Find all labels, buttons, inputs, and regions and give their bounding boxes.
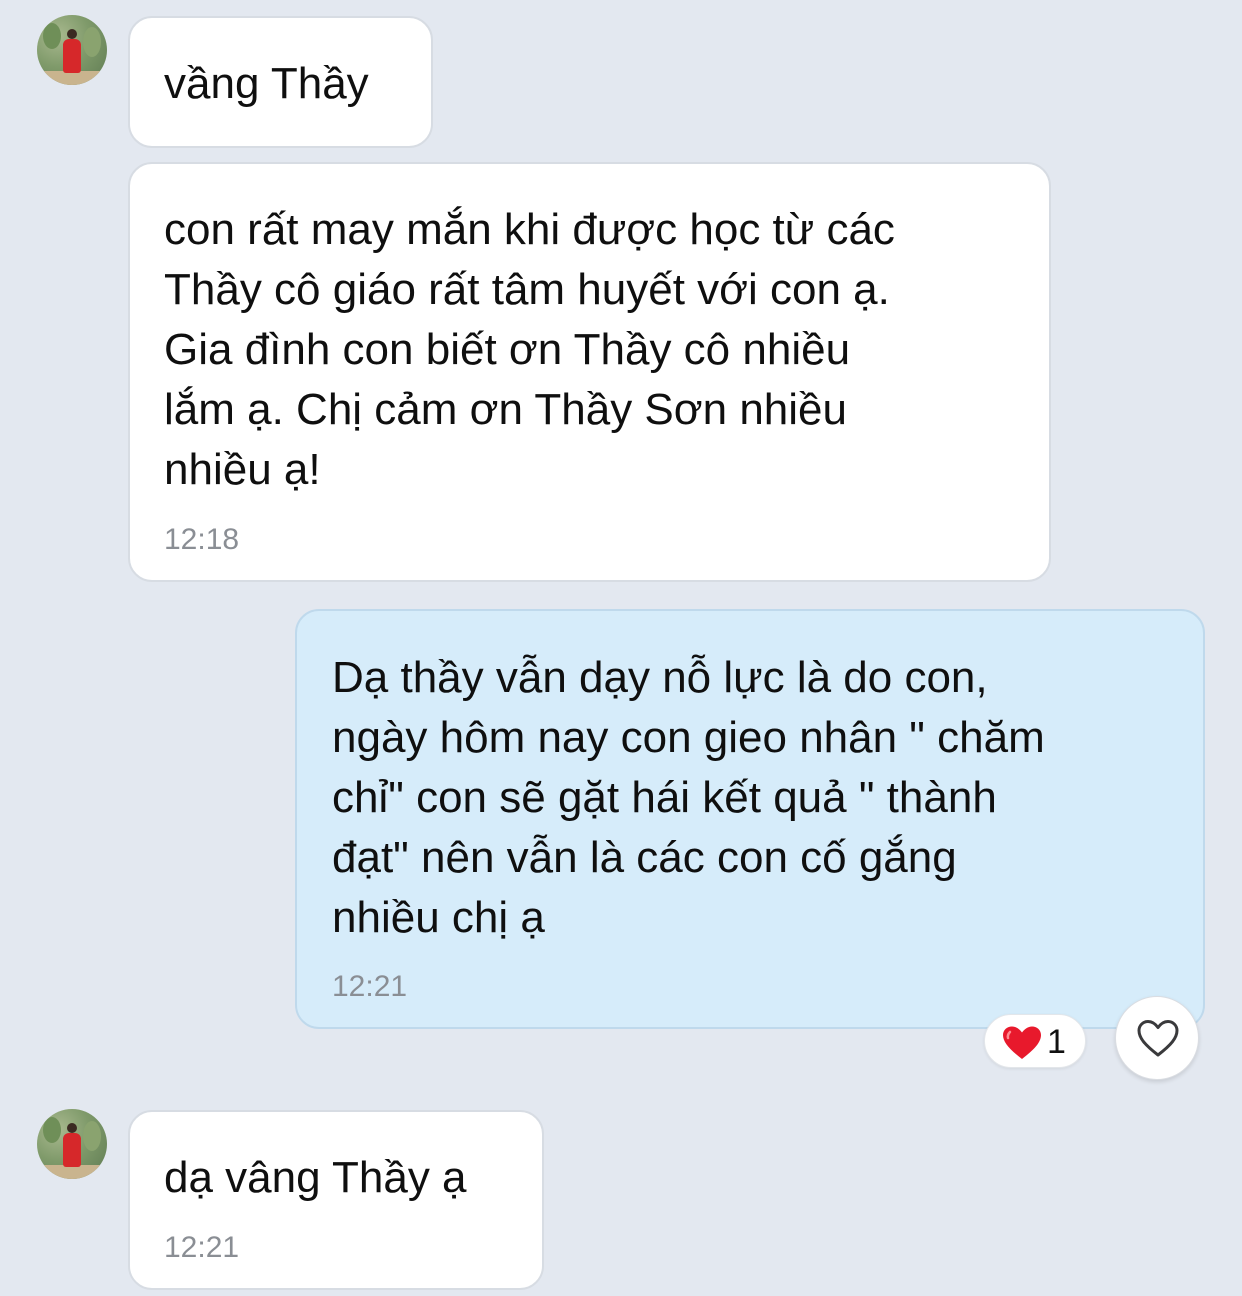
red-heart-icon — [1003, 1026, 1041, 1059]
message-bubble-outgoing[interactable]: Dạ thầy vẫn dạy nỗ lực là do con, ngày h… — [295, 609, 1205, 1029]
message-text: con rất may mắn khi được học từ các Thầy… — [164, 205, 895, 494]
message-bubble-incoming[interactable]: dạ vâng Thầy ạ 12:21 — [128, 1110, 544, 1290]
reaction-summary[interactable]: 1 — [984, 1014, 1086, 1068]
message-timestamp: 12:21 — [332, 970, 408, 1003]
contact-avatar[interactable] — [37, 15, 107, 85]
heart-outline-icon — [1137, 1020, 1179, 1057]
like-button[interactable] — [1115, 996, 1199, 1080]
message-bubble-incoming[interactable]: con rất may mắn khi được học từ các Thầy… — [128, 162, 1051, 582]
contact-avatar[interactable] — [37, 1109, 107, 1179]
message-text: vầng Thầy — [164, 59, 369, 108]
message-bubble-incoming[interactable]: vầng Thầy — [128, 16, 433, 148]
message-timestamp: 12:18 — [164, 523, 240, 556]
message-text: Dạ thầy vẫn dạy nỗ lực là do con, ngày h… — [332, 653, 1045, 942]
message-text: dạ vâng Thầy ạ — [164, 1153, 467, 1202]
chat-thread: vầng Thầy con rất may mắn khi được học t… — [0, 0, 1242, 1296]
reaction-count: 1 — [1047, 1023, 1066, 1061]
message-timestamp: 12:21 — [164, 1231, 240, 1264]
